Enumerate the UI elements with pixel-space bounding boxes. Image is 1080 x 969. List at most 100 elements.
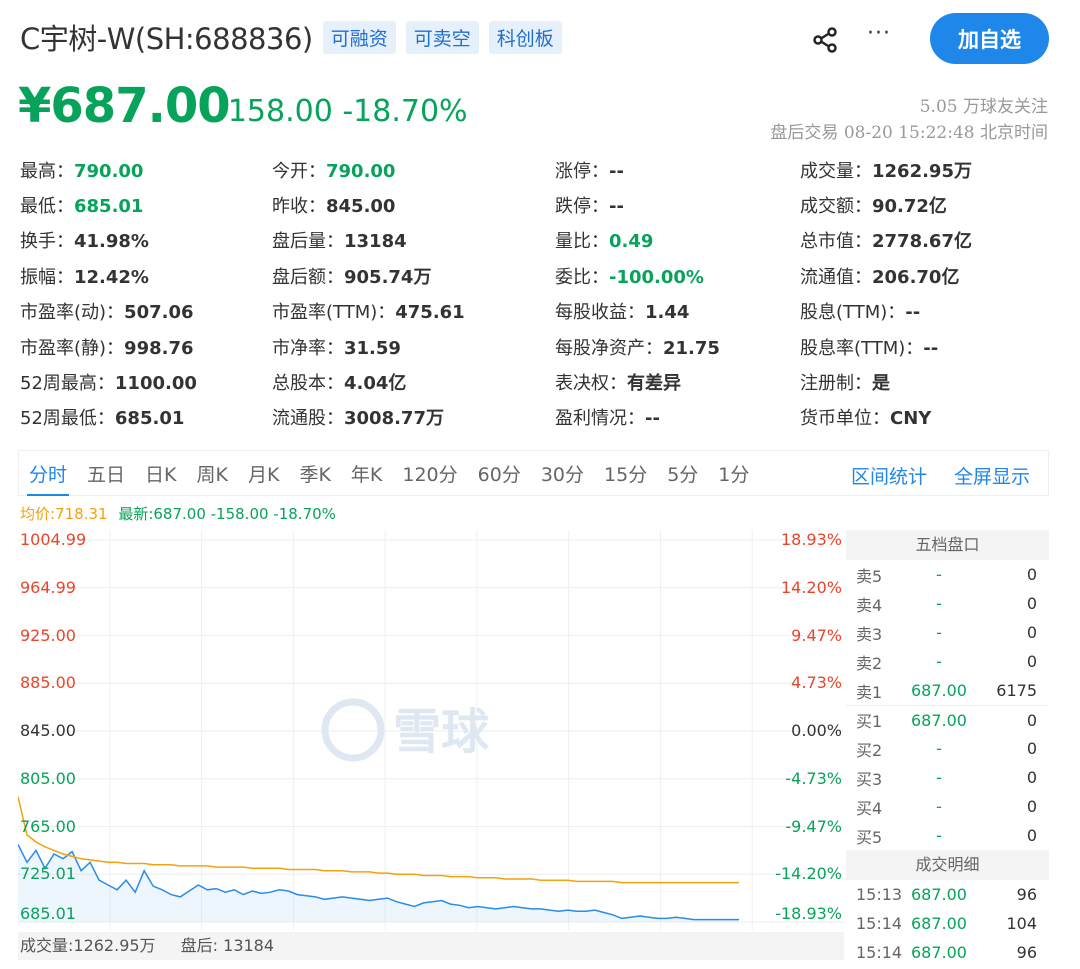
stat-value: 1.44 xyxy=(645,302,690,324)
add-watchlist-button[interactable]: 加自选 xyxy=(930,13,1049,64)
chart-tabs: 分时 五日 日K 周K 月K 季K 年K 120分 60分 30分 15分 5分 1分 区间统计 全屏显… xyxy=(18,450,1049,496)
stat-item: 成交额：90.72亿 xyxy=(800,192,947,218)
book-cell-k: 卖5 xyxy=(856,566,883,586)
y-axis-price-label: 925.00 xyxy=(20,625,76,645)
tab-7[interactable]: 120分 xyxy=(392,451,467,495)
ask-row: 卖5 - 0 xyxy=(846,560,1049,589)
book-cell-q: 104 xyxy=(1006,914,1037,933)
stat-item: 换手：41.98% xyxy=(20,227,149,253)
book-cell-q: 0 xyxy=(1026,594,1037,613)
stat-item: 跌停：-- xyxy=(555,192,624,218)
stat-item: 流通值：206.70亿 xyxy=(800,263,959,289)
book-cell-k: 买3 xyxy=(856,769,883,789)
book-cell-q: 0 xyxy=(1026,797,1037,816)
trade-time: 盘后交易 08-20 15:22:48 北京时间 xyxy=(770,123,1048,143)
y-axis-price-label: 964.99 xyxy=(20,577,76,597)
intraday-chart[interactable]: 雪球 1004.99 18.93% 964.99 14.20% 925.00 9.47% 8… xyxy=(18,530,844,930)
book-cell-k: 卖1 xyxy=(856,682,883,702)
tab-10[interactable]: 15分 xyxy=(594,451,657,495)
more-icon[interactable]: ··· xyxy=(864,22,894,52)
book-cell-p: - xyxy=(936,826,942,845)
stat-item: 股息率(TTM)：-- xyxy=(800,334,938,360)
stat-item: 52周最低：685.01 xyxy=(20,404,184,430)
stats-row: 换手：41.98% 盘后量：13184 量比：0.49 总市值：2778.67亿 xyxy=(20,223,1050,258)
book-cell-p: - xyxy=(936,652,942,671)
tab-11[interactable]: 5分 xyxy=(657,451,708,495)
book-cell-p: - xyxy=(936,797,942,816)
stat-item: 昨收：845.00 xyxy=(272,192,395,218)
stat-value: -- xyxy=(609,196,624,218)
book-cell-p: 687.00 xyxy=(911,710,967,730)
after-hours-label: 盘后: 13184 xyxy=(180,936,275,955)
tab-5[interactable]: 季K xyxy=(289,451,340,495)
y-axis-price-label: 845.00 xyxy=(20,721,76,740)
stat-item: 最高：790.00 xyxy=(20,157,143,183)
stat-value: 790.00 xyxy=(74,160,144,182)
range-stats-link[interactable]: 区间统计 xyxy=(851,462,927,489)
stat-item: 流通股：3008.77万 xyxy=(272,404,444,430)
tag-short[interactable]: 可卖空 xyxy=(405,20,479,54)
stat-value: 845.00 xyxy=(326,196,396,218)
stat-value: 41.98% xyxy=(74,231,149,253)
volume-bar: 成交量:1262.95万 盘后: 13184 xyxy=(18,932,844,960)
stat-label: 股息率(TTM)： xyxy=(800,337,924,359)
share-icon[interactable] xyxy=(810,25,840,55)
stat-item: 每股收益：1.44 xyxy=(555,298,689,324)
stats-row: 52周最高：1100.00 总股本：4.04亿 表决权：有差异 注册制：是 xyxy=(20,364,1050,399)
stat-label: 市盈率(动)： xyxy=(20,302,125,324)
book-cell-k: 买1 xyxy=(856,712,883,731)
book-cell-q: 0 xyxy=(1026,710,1037,730)
book-cell-k: 卖4 xyxy=(856,595,883,615)
tab-6[interactable]: 年K xyxy=(341,451,392,495)
stat-value: 12.42% xyxy=(74,266,149,288)
avg-price-legend: 均价:718.31 xyxy=(20,505,108,523)
stat-item: 总市值：2778.67亿 xyxy=(800,227,972,253)
book-cell-p: 687.00 xyxy=(911,943,967,962)
ask-row: 卖3 - 0 xyxy=(846,618,1049,647)
stat-item: 每股净资产：21.75 xyxy=(555,334,720,360)
trades-title: 成交明细 xyxy=(846,850,1049,880)
tab-1[interactable]: 五日 xyxy=(77,451,135,495)
fullscreen-link[interactable]: 全屏显示 xyxy=(954,462,1030,489)
stat-label: 成交额： xyxy=(800,196,872,218)
tab-3[interactable]: 周K xyxy=(187,451,238,495)
stat-label: 量比： xyxy=(555,231,609,253)
tab-12[interactable]: 1分 xyxy=(708,451,759,495)
stat-item: 涨停：-- xyxy=(555,157,624,183)
stat-value: 1100.00 xyxy=(114,373,197,395)
y-axis-pct-label: -14.20% xyxy=(775,864,842,884)
tab-4[interactable]: 月K xyxy=(238,451,289,495)
stats-row: 最高：790.00 今开：790.00 涨停：-- 成交量：1262.95万 xyxy=(20,152,1050,187)
stat-value: -- xyxy=(645,408,660,430)
tab-9[interactable]: 30分 xyxy=(531,451,594,495)
stat-item: 振幅：12.42% xyxy=(20,263,149,289)
stat-item: 货币单位：CNY xyxy=(800,404,931,430)
y-axis-pct-label: -18.93% xyxy=(775,904,842,923)
stat-label: 流通股： xyxy=(272,408,344,430)
book-cell-k: 买5 xyxy=(856,827,883,847)
stat-item: 市盈率(静)：998.76 xyxy=(20,334,194,360)
stat-label: 每股收益： xyxy=(555,302,645,324)
stats-row: 市盈率(静)：998.76 市净率：31.59 每股净资产：21.75 股息率(TTM… xyxy=(20,329,1050,364)
book-cell-k: 15:14 xyxy=(856,943,903,962)
y-axis-price-label: 765.00 xyxy=(20,816,76,836)
stat-value: 475.61 xyxy=(395,302,465,324)
stats-row: 52周最低：685.01 流通股：3008.77万 盈利情况：-- 货币单位：CNY xyxy=(20,400,1050,435)
stat-item: 委比：-100.00% xyxy=(555,263,704,289)
tab-8[interactable]: 60分 xyxy=(468,451,531,495)
bid-row: 买2 - 0 xyxy=(846,734,1049,763)
stats-grid: 最高：790.00 今开：790.00 涨停：-- 成交量：1262.95万 最低：68… xyxy=(20,152,1050,435)
bid-row: 买1 687.00 0 xyxy=(846,705,1049,734)
stat-value: 206.70亿 xyxy=(872,266,960,288)
stat-item: 股息(TTM)：-- xyxy=(800,298,920,324)
tag-margin[interactable]: 可融资 xyxy=(322,20,396,54)
tab-2[interactable]: 日K xyxy=(135,451,186,495)
stat-value: 31.59 xyxy=(344,337,401,359)
tab-0[interactable]: 分时 xyxy=(19,451,77,496)
bid-row: 买3 - 0 xyxy=(846,763,1049,792)
book-cell-p: 687.00 xyxy=(911,914,967,933)
tag-star-market[interactable]: 科创板 xyxy=(488,20,562,54)
stat-label: 涨停： xyxy=(555,160,609,182)
book-cell-q: 6175 xyxy=(996,681,1037,700)
stat-label: 盘后量： xyxy=(272,231,344,253)
